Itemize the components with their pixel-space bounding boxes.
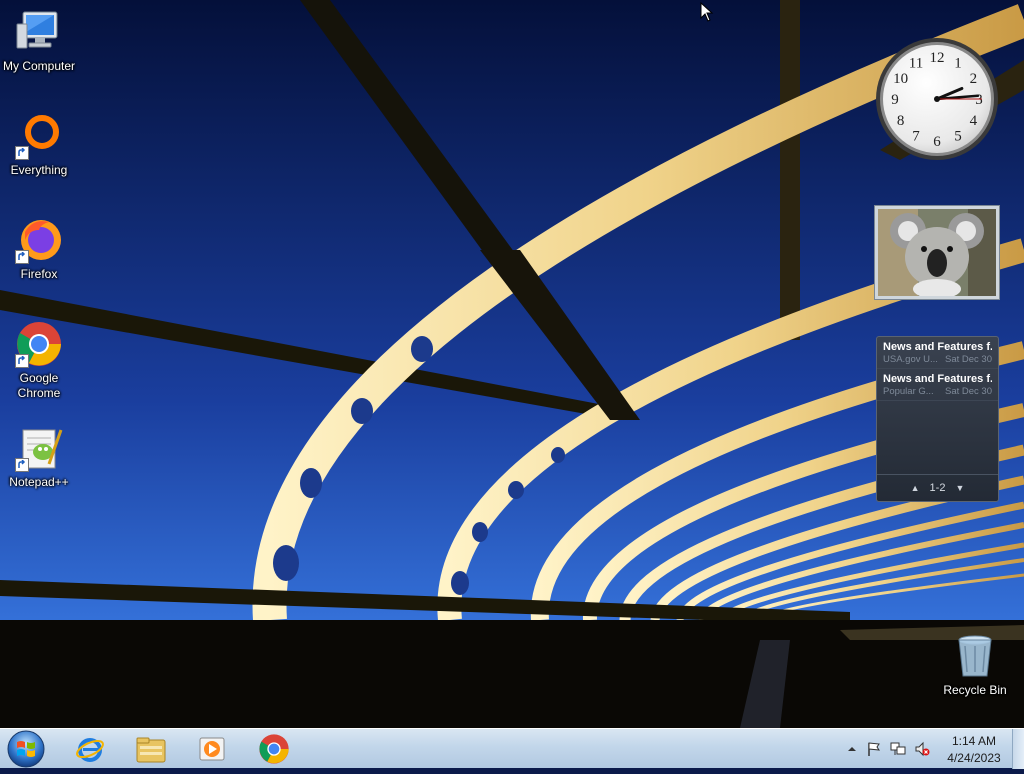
- desktop-icon-firefox[interactable]: Firefox: [0, 216, 78, 282]
- desktop-icon-label: Everything: [10, 163, 68, 177]
- taskbar-windows-explorer[interactable]: [123, 731, 179, 767]
- feed-headlines-gadget[interactable]: News and Features f... USA.gov U... Sat …: [876, 336, 999, 502]
- feed-pager: ▲ 1-2 ▼: [877, 474, 998, 501]
- desktop-icon-my-computer[interactable]: My Computer: [0, 8, 78, 74]
- network-button[interactable]: [890, 741, 906, 757]
- taskbar-media-player[interactable]: [184, 731, 240, 767]
- feed-item[interactable]: News and Features f... Popular G... Sat …: [877, 369, 998, 401]
- taskbar-clock-date[interactable]: 4/24/2023: [946, 751, 1002, 765]
- mouse-cursor-icon: [700, 2, 714, 22]
- clock-numeral: 9: [891, 92, 899, 108]
- chrome-icon: [15, 320, 63, 368]
- feed-item-title: News and Features f...: [883, 341, 992, 353]
- feed-next-button[interactable]: ▼: [955, 483, 964, 493]
- windows-explorer-icon: [136, 737, 166, 763]
- notepad-plus-plus-icon: [15, 424, 63, 472]
- desktop-icon-label: Firefox: [20, 267, 58, 281]
- taskbar-google-chrome[interactable]: [246, 731, 302, 767]
- desktop-wallpaper: [0, 0, 1024, 728]
- shortcut-arrow-icon: [15, 146, 29, 160]
- volume-muted-icon: [915, 741, 930, 757]
- clock-numeral: 3: [975, 92, 983, 108]
- shortcut-arrow-icon: [15, 250, 29, 264]
- media-player-icon: [199, 737, 225, 761]
- desktop-icon-notepad-plus-plus[interactable]: Notepad++: [0, 424, 78, 490]
- shortcut-arrow-icon: [15, 354, 29, 368]
- clock-numeral: 8: [897, 113, 905, 129]
- action-center-button[interactable]: [866, 741, 882, 757]
- clock-numeral: 11: [909, 56, 923, 72]
- feed-item-date: Sat Dec 30: [945, 386, 992, 397]
- taskbar-internet-explorer[interactable]: [62, 731, 118, 767]
- clock-numeral: 10: [893, 71, 908, 87]
- feed-item-source: Popular G...: [883, 386, 934, 397]
- feed-item-date: Sat Dec 30: [945, 354, 992, 365]
- taskbar: 1:14 AM 4/24/2023: [0, 728, 1024, 769]
- clock-gadget[interactable]: 12 1 2 3 4 5 6 7 8 9 10 11: [874, 36, 1000, 162]
- chrome-icon: [259, 734, 289, 764]
- desktop-icon-label: My Computer: [2, 59, 76, 73]
- everything-icon: [15, 112, 63, 160]
- clock-numeral: 6: [933, 134, 941, 150]
- feed-item[interactable]: News and Features f... USA.gov U... Sat …: [877, 337, 998, 369]
- feed-previous-button[interactable]: ▲: [911, 483, 920, 493]
- show-hidden-icons-button[interactable]: [844, 741, 860, 757]
- clock-face: 12 12 3 45678 9 1011: [876, 38, 998, 160]
- shortcut-arrow-icon: [15, 458, 29, 472]
- feed-item-title: News and Features f...: [883, 373, 992, 385]
- clock-numeral: 12: [930, 50, 945, 66]
- network-icon: [890, 742, 906, 755]
- volume-button[interactable]: [914, 741, 930, 757]
- clock-numeral: 4: [970, 113, 978, 129]
- clock-numeral: 5: [954, 128, 962, 144]
- clock-numeral: 2: [970, 71, 978, 87]
- show-desktop-button[interactable]: [1012, 729, 1024, 769]
- desktop-icon-label: Recycle Bin: [943, 683, 1007, 697]
- desktop-icon-label: Notepad++: [9, 475, 69, 489]
- desktop-icon-recycle-bin[interactable]: Recycle Bin: [936, 632, 1014, 698]
- feed-page-indicator: 1-2: [929, 482, 946, 494]
- flag-icon: [868, 742, 881, 756]
- windows-logo-icon: [7, 730, 45, 768]
- computer-icon: [15, 8, 63, 56]
- clock-numeral: 1: [954, 56, 962, 72]
- recycle-bin-icon: [951, 632, 999, 680]
- koala-photo: [878, 209, 996, 299]
- clock-numeral: 7: [912, 128, 920, 144]
- start-button[interactable]: [5, 729, 47, 769]
- firefox-icon: [15, 216, 63, 264]
- desktop-icon-label: Google Chrome: [17, 371, 61, 400]
- internet-explorer-icon: [76, 738, 104, 762]
- chevron-up-icon: [848, 747, 856, 751]
- desktop-icon-everything[interactable]: Everything: [0, 112, 78, 178]
- taskbar-clock-time[interactable]: 1:14 AM: [946, 734, 1002, 748]
- slideshow-gadget[interactable]: [874, 205, 1000, 300]
- desktop-icon-google-chrome[interactable]: Google Chrome: [0, 320, 78, 401]
- feed-item-source: USA.gov U...: [883, 354, 938, 365]
